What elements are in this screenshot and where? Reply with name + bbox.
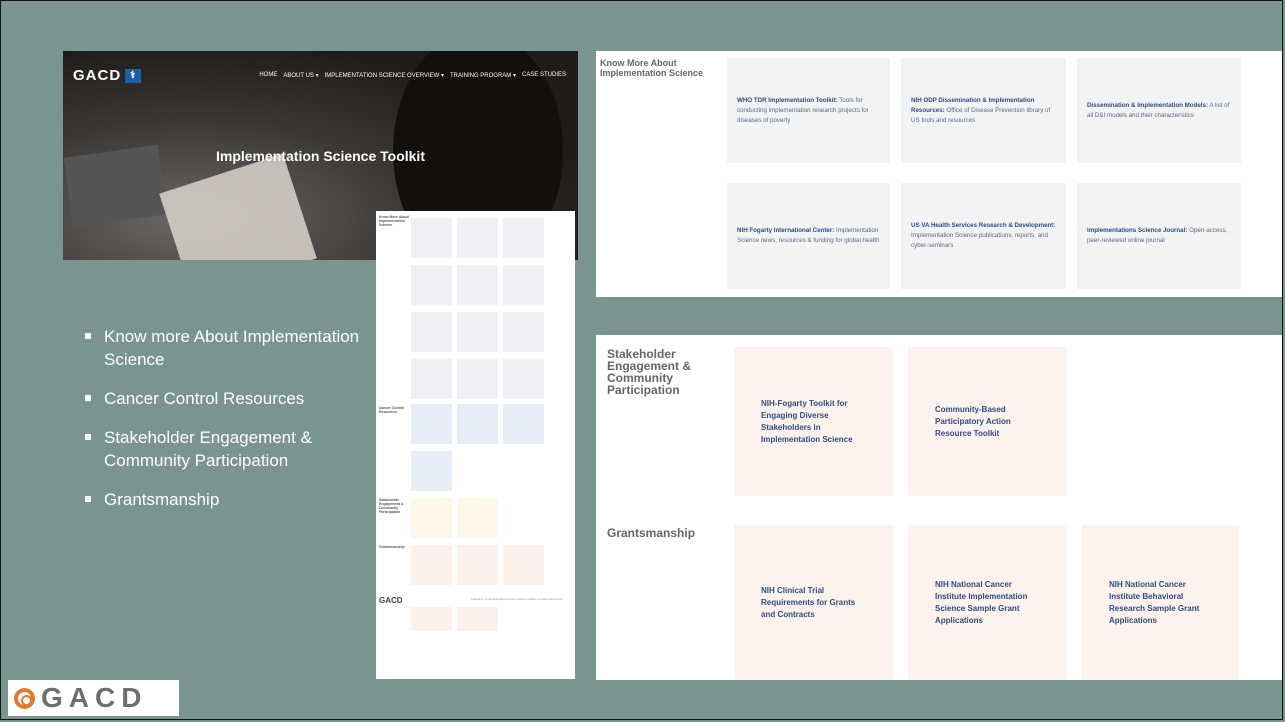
thumb-card [457,312,498,352]
hero-title: Implementation Science Toolkit [215,148,425,164]
thumb-card [457,404,498,444]
bullet-square-icon [85,434,91,440]
resource-card-us-va[interactable]: US VA Health Services Research & Develop… [901,183,1066,289]
thumb-section-cancer: Cancer Control Resources [379,406,405,414]
bullet-square-icon [85,333,91,339]
thumb-card [503,545,544,585]
know-more-panel: Know More About Implementation Science W… [596,51,1282,297]
thumb-footer-logo: GACD [379,596,403,605]
thumb-card [411,451,452,491]
thumb-card [457,545,498,585]
thumb-card [503,359,544,399]
bullet-item: Cancer Control Resources [84,387,374,410]
thumb-card [411,312,452,352]
nav-home[interactable]: HOME [259,72,277,79]
thumb-card [457,265,498,305]
thumb-card [503,312,544,352]
nav-about[interactable]: ABOUT US ▾ [283,72,318,79]
bullet-item: Know more About Implementation Science [84,325,374,371]
topic-bullet-list: Know more About Implementation Science C… [84,325,374,527]
gacd-logo-text: GACD [41,682,148,713]
bullet-square-icon [85,395,91,401]
grant-card-clinical-trial[interactable]: NIH Clinical Trial Requirements for Gran… [734,525,893,680]
bullet-item: Grantsmanship [84,488,374,511]
hero-logo-badge-icon: ⚕ [125,68,142,83]
thumb-card [503,404,544,444]
hero-paper [159,153,317,260]
thumb-card [411,218,452,258]
nav-implementation-overview[interactable]: IMPLEMENTATION SCIENCE OVERVIEW ▾ [325,72,444,79]
resource-card-fogarty[interactable]: NIH Fogarty International Center: Implem… [727,183,890,289]
stakeholder-section-title: Stakeholder Engagement & Community Parti… [607,347,692,397]
thumb-card [457,359,498,399]
thumb-card [411,545,452,585]
stakeholder-card-cbpr-toolkit[interactable]: Community-Based Participatory Action Res… [908,347,1067,496]
grants-section-title: Grantsmanship [607,526,696,540]
grant-card-nci-implementation[interactable]: NIH National Cancer Institute Implementa… [908,525,1067,680]
thumb-card [411,404,452,444]
thumb-card [411,498,452,538]
thumb-card [411,607,452,631]
hero-logo[interactable]: GACD ⚕ [73,67,142,84]
thumb-card [411,265,452,305]
hero-logo-text: GACD [73,67,122,84]
resource-card-di-models[interactable]: Dissemination & Implementation Models: A… [1077,58,1241,163]
nav-case-studies[interactable]: CASE STUDIES [522,72,566,79]
grant-card-nci-behavioral[interactable]: NIH National Cancer Institute Behavioral… [1082,525,1239,680]
toolkit-page-thumbnail: Know More About Implementation Science C… [376,211,575,679]
resource-card-nih-odp[interactable]: NIH ODP Dissemination & Implementation R… [901,58,1066,163]
thumb-footer-nav: HOME ABOUT US IMPLEMENTATION SCIENCE OVE… [471,599,563,601]
stakeholder-card-fogarty-toolkit[interactable]: NIH-Fogarty Toolkit for Engaging Diverse… [734,347,893,496]
stakeholder-grants-panel: Stakeholder Engagement & Community Parti… [596,335,1282,680]
thumb-section-grants: Grantsmanship [379,545,405,549]
resource-card-is-journal[interactable]: Implementations Science Journal: Open-ac… [1077,183,1241,289]
thumb-card [457,498,498,538]
gacd-circle-icon [14,687,35,709]
bullet-item: Stakeholder Engagement & Community Parti… [84,426,374,472]
nav-training[interactable]: TRAINING PROGRAM ▾ [450,72,516,79]
thumb-card [411,359,452,399]
resource-card-who-tdr[interactable]: WHO TDR Implementation Toolkit: Tools fo… [727,58,890,163]
thumb-card [503,218,544,258]
thumb-section-know-more: Know More About Implementation Science [379,215,409,227]
bullet-square-icon [85,496,91,502]
thumb-card [457,218,498,258]
gacd-logo: GACD [8,680,179,716]
know-more-section-title: Know More About Implementation Science [600,58,704,78]
thumb-section-stakeholder: Stakeholder Engagement & Community Parti… [379,498,404,514]
thumb-card [503,265,544,305]
hero-nav: HOME ABOUT US ▾ IMPLEMENTATION SCIENCE O… [259,72,566,79]
thumb-card [457,607,498,631]
